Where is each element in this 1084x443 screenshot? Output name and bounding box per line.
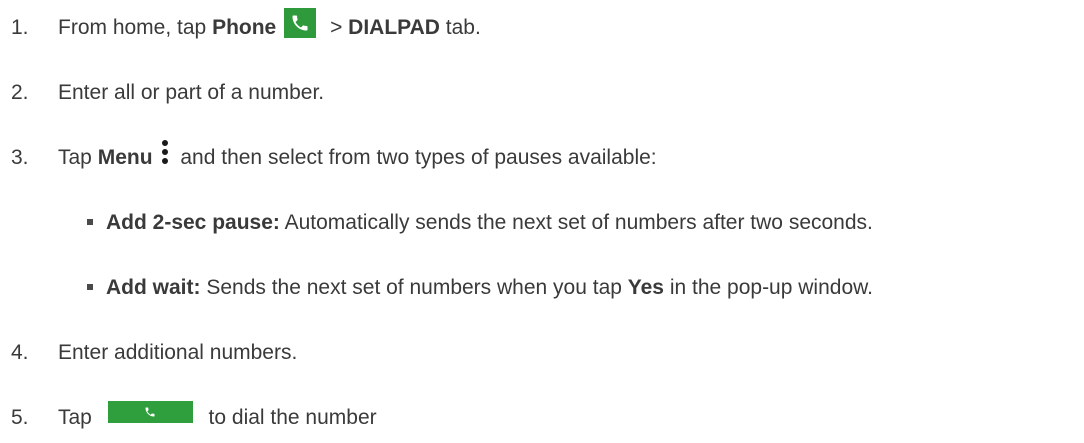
yes-label: Yes bbox=[627, 276, 664, 299]
step-number: 1. bbox=[11, 16, 29, 39]
step-text: From home, tap Phone > DIALPAD tab. bbox=[58, 8, 481, 43]
step-number: 5. bbox=[11, 406, 29, 429]
option-description: Automatically sends the next set of numb… bbox=[279, 211, 873, 234]
phone-icon bbox=[145, 407, 155, 417]
step-text-part: Tap bbox=[58, 146, 98, 169]
step-number: 3. bbox=[11, 146, 29, 169]
step-text-part: and then select from two types of pauses… bbox=[174, 146, 657, 169]
option-label: Add wait: bbox=[106, 276, 201, 299]
bullet-marker bbox=[87, 284, 93, 290]
bullet-text: Add wait: Sends the next set of numbers … bbox=[106, 276, 873, 300]
option-description: in the pop-up window. bbox=[663, 276, 873, 299]
step-text-part: Enter all or part of a number. bbox=[58, 81, 325, 104]
step-text: Tap to dial the number bbox=[58, 401, 377, 430]
step-text-part: tab. bbox=[439, 16, 481, 39]
menu-label: Menu bbox=[97, 146, 153, 169]
step-number: 2. bbox=[11, 81, 29, 104]
option-description: Sends the next set of numbers when you t… bbox=[200, 276, 628, 299]
dialpad-label: DIALPAD bbox=[348, 16, 440, 39]
bullet-marker bbox=[87, 219, 93, 225]
step-text-part: > bbox=[324, 16, 349, 39]
bullet-text: Add 2-sec pause: Automatically sends the… bbox=[106, 211, 873, 235]
step-number: 4. bbox=[11, 341, 29, 364]
step-text: Tap Menu and then select from two types … bbox=[58, 140, 657, 170]
step-text-part: Enter additional numbers. bbox=[58, 341, 298, 364]
option-label: Add 2-sec pause: bbox=[106, 211, 280, 234]
step-text-part: to dial the number bbox=[202, 406, 377, 429]
step-text-part: Tap bbox=[58, 406, 98, 429]
phone-label: Phone bbox=[212, 16, 277, 39]
phone-icon bbox=[284, 8, 317, 38]
step-text: Enter additional numbers. bbox=[58, 341, 297, 365]
step-text: Enter all or part of a number. bbox=[58, 81, 324, 105]
call-button bbox=[107, 401, 193, 423]
menu-icon bbox=[161, 140, 169, 164]
step-text-part: From home, tap bbox=[58, 16, 213, 39]
